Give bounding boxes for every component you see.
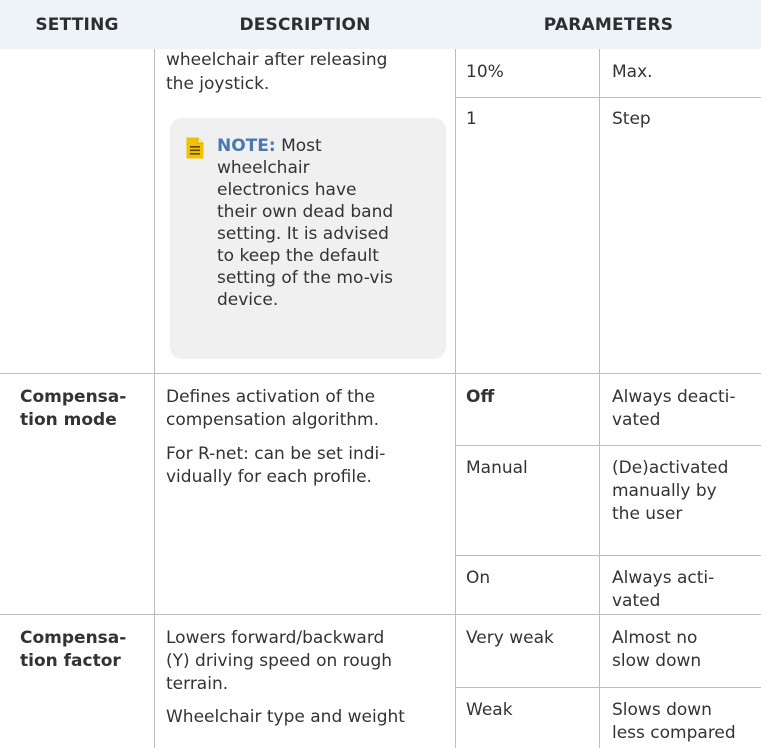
description-line: vidually for each profile. [166,467,372,487]
description-line: Lowers forward/backward [166,628,385,648]
row-divider [455,445,761,446]
param-label: Almost no [612,628,698,648]
row-divider [455,555,761,556]
param-value: Very weak [466,628,554,648]
setting-name: Compensa- [20,387,127,407]
row-divider [455,687,761,688]
note-line: to keep the default [217,246,379,266]
note-line: electronics have [217,180,357,200]
table-header: SETTING DESCRIPTION PARAMETERS [0,0,761,49]
param-label: Slows down [612,700,712,720]
row-divider [0,614,761,615]
header-parameters: PARAMETERS [543,14,674,35]
note-line: their own dead band [217,202,394,222]
param-value: Manual [466,458,528,478]
setting-name: Compensa- [20,628,127,648]
param-value: On [466,568,491,588]
param-label: vated [612,410,661,430]
param-label: less compared [612,723,736,743]
header-setting: SETTING [35,14,119,35]
row-divider [0,373,761,374]
description-line: wheelchair after releasing [166,50,388,70]
description-line: Wheelchair type and weight [166,707,405,727]
param-value: 10% [466,62,504,82]
param-label: Step [612,109,651,129]
param-value: 1 [466,109,477,129]
param-value: Off [466,387,495,407]
document-note-icon [186,137,204,159]
header-description: DESCRIPTION [239,14,371,35]
param-label: Always acti- [612,568,715,588]
note-box: NOTE: Most wheelchair electronics have t… [170,118,446,359]
note-line: Most [275,136,322,156]
param-value: Weak [466,700,513,720]
row-divider [455,97,761,98]
setting-name: tion factor [20,651,121,671]
note-line: setting. It is advised [217,224,389,244]
param-label: slow down [612,651,702,671]
description-line: the joystick. [166,74,270,94]
description-line: terrain. [166,674,229,694]
description-line: For R-net: can be set indi- [166,444,386,464]
setting-name: tion mode [20,410,117,430]
note-text: NOTE: Most wheelchair electronics have t… [217,135,427,311]
param-label: Always deacti- [612,387,736,407]
settings-table: SETTING DESCRIPTION PARAMETERS wheelchai… [0,0,761,748]
param-label: manually by [612,481,717,501]
param-label: the user [612,504,683,524]
note-line: setting of the mo-vis [217,268,394,288]
column-divider [599,49,600,748]
param-label: Max. [612,62,653,82]
description-line: (Y) driving speed on rough [166,651,393,671]
column-divider [455,49,456,748]
description-line: Defines activation of the [166,387,376,407]
description-line: compensation algorithm. [166,410,380,430]
param-label: vated [612,591,661,611]
note-label: NOTE: [217,136,276,156]
note-line: device. [217,290,279,310]
column-divider [154,49,155,748]
note-line: wheelchair [217,158,310,178]
param-label: (De)activated [612,458,729,478]
